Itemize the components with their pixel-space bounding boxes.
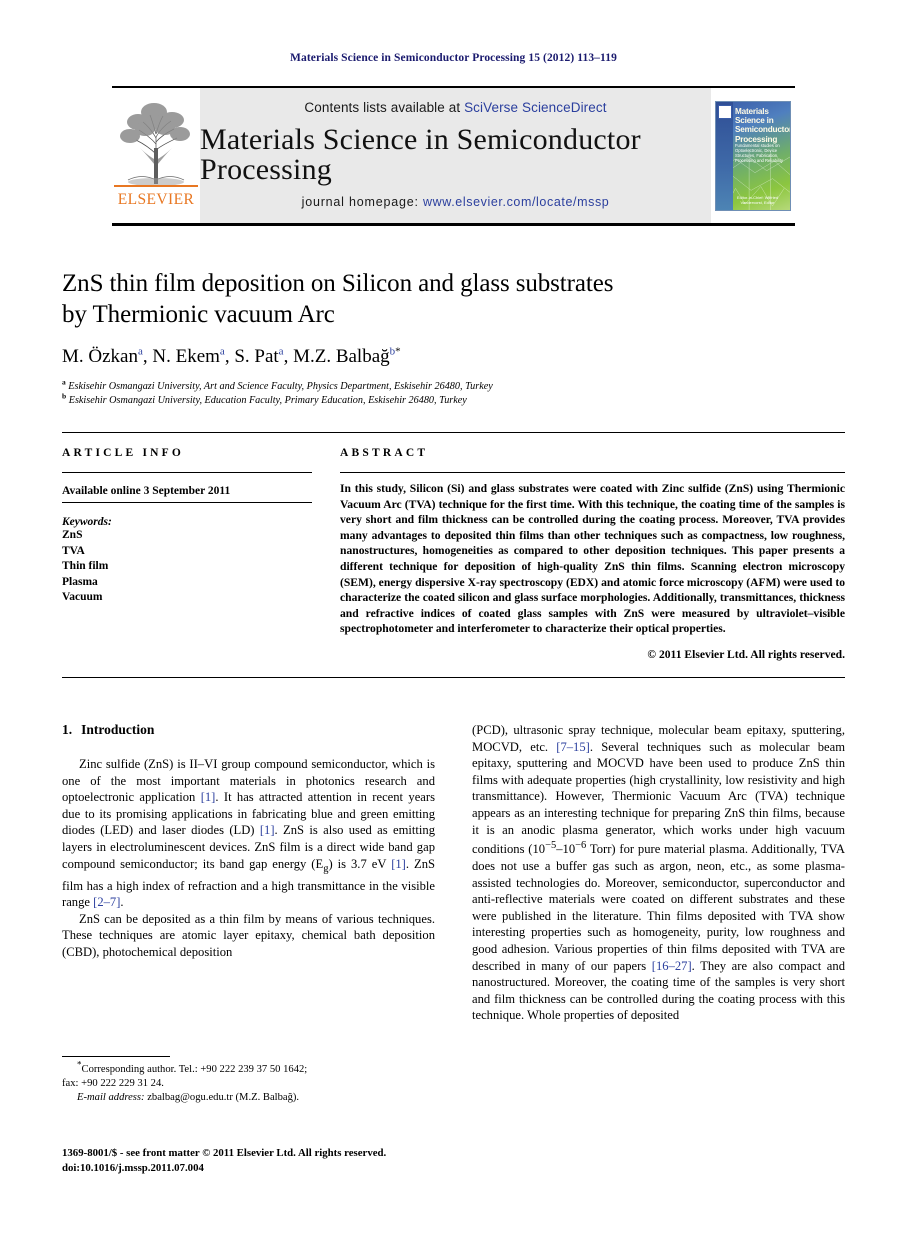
citation-link[interactable]: [2–7] — [93, 895, 120, 909]
superscript-exponent: −5 — [545, 840, 557, 852]
author-name: S. Pat — [234, 346, 279, 367]
affiliation-list: a Eskisehir Osmangazi University, Art an… — [62, 377, 832, 408]
author-entry[interactable]: M.Z. Balbağb* — [293, 346, 401, 367]
keywords-list: ZnS TVA Thin film Plasma Vacuum — [62, 528, 312, 606]
author-entry[interactable]: N. Ekema — [152, 346, 224, 367]
author-name: M. Özkan — [62, 346, 138, 367]
journal-cover-thumbnail: Materials Science in Semiconductor Proce… — [715, 100, 791, 211]
sciencedirect-link[interactable]: SciVerse ScienceDirect — [464, 100, 607, 115]
intro-text-fragment: ) is 3.7 eV — [328, 856, 392, 871]
author-entry[interactable]: M. Özkana — [62, 346, 143, 367]
available-online-date: Available online 3 September 2011 — [62, 485, 312, 503]
paper-title-line1: ZnS thin film deposition on Silicon and … — [62, 270, 614, 297]
article-info-column: ARTICLE INFO Available online 3 Septembe… — [62, 447, 312, 661]
intro-paragraph-2-continued: (PCD), ultrasonic spray technique, molec… — [472, 722, 845, 1024]
paper-title-line2: by Thermionic vacuum Arc — [62, 301, 335, 328]
keywords-label: Keywords: — [62, 516, 112, 528]
cover-subtitle: Fundamental studies on Optoelectronic, D… — [735, 142, 783, 164]
article-info-divider — [62, 472, 312, 473]
page-title: ZnS thin film deposition on Silicon and … — [62, 268, 832, 330]
journal-title: Materials Science in Semiconductor Proce… — [200, 123, 641, 186]
corresponding-author-marker[interactable]: * — [395, 346, 401, 358]
issn-line: 1369-8001/$ - see front matter © 2011 El… — [62, 1147, 387, 1159]
corresponding-author-note: *Corresponding author. Tel.: +90 222 239… — [62, 1060, 435, 1077]
body-column-right: (PCD), ultrasonic spray technique, molec… — [472, 722, 845, 1122]
citation-link[interactable]: [16–27] — [652, 959, 692, 973]
citation-link[interactable]: [7–15] — [556, 740, 590, 754]
journal-homepage-line: journal homepage: www.elsevier.com/locat… — [302, 195, 610, 209]
journal-masthead: ELSEVIER Contents lists available at Sci… — [112, 86, 795, 226]
affiliation-text: Eskisehir Osmangazi University, Educatio… — [68, 394, 467, 406]
contents-lists-line: Contents lists available at SciVerse Sci… — [304, 100, 606, 115]
journal-cover-wrapper: Materials Science in Semiconductor Proce… — [711, 88, 795, 223]
citation-link[interactable]: [1] — [201, 790, 216, 804]
masthead-center: Contents lists available at SciVerse Sci… — [200, 88, 711, 223]
section-heading-introduction: 1. Introduction — [62, 722, 435, 738]
keyword-item: Thin film — [62, 560, 109, 572]
email-note: E-mail address: zbalbag@ogu.edu.tr (M.Z.… — [62, 1091, 435, 1105]
cover-publisher-badge — [718, 104, 732, 119]
intro-text-fragment: Torr) for pure material plasma. Addition… — [472, 842, 845, 973]
abstract-column: ABSTRACT In this study, Silicon (Si) and… — [340, 447, 845, 661]
email-label: E-mail address: — [77, 1092, 145, 1103]
title-block: ZnS thin film deposition on Silicon and … — [62, 268, 832, 407]
footnote-block: *Corresponding author. Tel.: +90 222 239… — [62, 1056, 435, 1105]
author-separator: , — [142, 346, 153, 367]
affiliation-text: Eskisehir Osmangazi University, Art and … — [68, 381, 493, 392]
author-separator: , — [224, 346, 235, 367]
doi-line[interactable]: doi:10.1016/j.mssp.2011.07.004 — [62, 1161, 562, 1176]
abstract-copyright: © 2011 Elsevier Ltd. All rights reserved… — [647, 647, 845, 661]
intro-paragraph-1: Zinc sulfide (ZnS) is II–VI group compou… — [62, 756, 435, 911]
email-address[interactable]: zbalbag@ogu.edu.tr (M.Z. Balbağ). — [145, 1092, 299, 1103]
article-info-heading: ARTICLE INFO — [62, 447, 185, 459]
elsevier-tree-icon — [120, 103, 190, 186]
fax-note: fax: +90 222 229 31 24. — [62, 1078, 164, 1089]
elsevier-logo: ELSEVIER — [112, 88, 200, 223]
journal-homepage-link[interactable]: www.elsevier.com/locate/mssp — [423, 195, 609, 209]
abstract-text: In this study, Silicon (Si) and glass su… — [340, 482, 845, 636]
affiliation-item: a Eskisehir Osmangazi University, Art an… — [62, 377, 832, 394]
affiliation-item: b Eskisehir Osmangazi University, Educat… — [62, 391, 832, 408]
author-name: N. Ekem — [152, 346, 220, 367]
article-info-abstract-section: ARTICLE INFO Available online 3 Septembe… — [62, 432, 845, 678]
author-entry[interactable]: S. Pata — [234, 346, 283, 367]
abstract-divider — [340, 472, 845, 473]
section-number: 1. — [62, 722, 73, 737]
elsevier-wordmark: ELSEVIER — [117, 191, 195, 208]
citation-link[interactable]: [1] — [391, 857, 406, 871]
issn-copyright-block: 1369-8001/$ - see front matter © 2011 El… — [62, 1146, 562, 1175]
abstract-heading: ABSTRACT — [340, 447, 429, 459]
intro-text-fragment: . — [120, 895, 124, 910]
author-separator: , — [283, 346, 294, 367]
running-head: Materials Science in Semiconductor Proce… — [290, 52, 617, 64]
elsevier-logo-rule — [114, 185, 198, 187]
journal-homepage-label: journal homepage: — [301, 195, 424, 209]
keyword-item: Plasma — [62, 575, 98, 588]
intro-text-fragment: . Several techniques such as molecular b… — [472, 739, 846, 857]
affiliation-marker: b — [62, 391, 67, 401]
intro-text-fragment: –10 — [556, 842, 576, 857]
corresponding-author-text: Corresponding author. Tel.: +90 222 239 … — [81, 1064, 308, 1075]
author-name: M.Z. Balbağ — [293, 346, 390, 367]
keyword-item: Vacuum — [62, 591, 103, 603]
affiliation-marker: a — [62, 377, 66, 387]
keyword-item: TVA — [62, 544, 85, 557]
superscript-exponent: −6 — [575, 840, 587, 852]
intro-paragraph-2: ZnS can be deposited as a thin film by m… — [62, 911, 435, 960]
footnote-divider — [62, 1056, 170, 1057]
cover-footer: Editor-in-Chief: Wilfried Vandervorst, E… — [736, 194, 779, 205]
cover-title: Materials Science in Semiconductor Proce… — [735, 106, 791, 144]
author-list: M. Özkana, N. Ekema, S. Pata, M.Z. Balba… — [62, 346, 832, 368]
contents-lists-prefix: Contents lists available at — [304, 100, 465, 115]
keyword-item: ZnS — [62, 529, 83, 541]
citation-link[interactable]: [1] — [260, 823, 275, 837]
section-title: Introduction — [81, 722, 155, 737]
